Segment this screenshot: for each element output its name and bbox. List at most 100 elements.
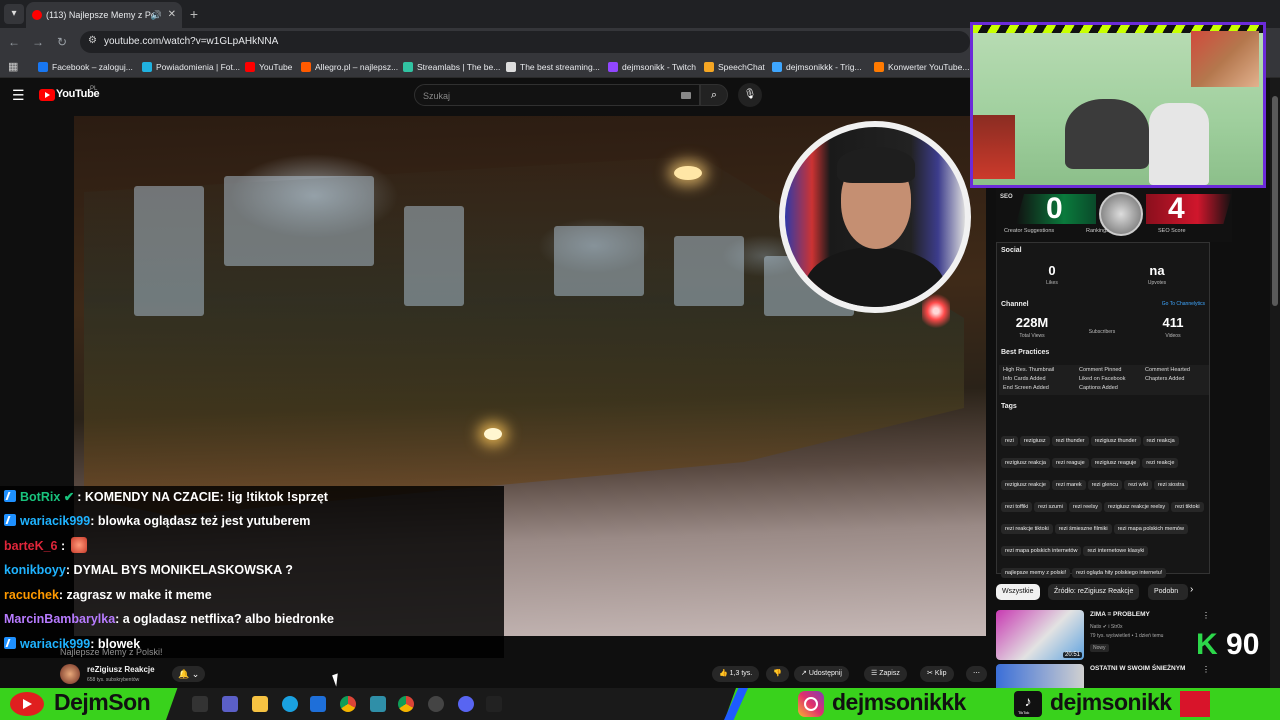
- tag-chip[interactable]: rezi marek: [1051, 480, 1086, 490]
- bookmark-item[interactable]: Facebook – zaloguj...: [38, 56, 133, 78]
- browser-tab[interactable]: (113) Najlepsze Memy z Po 🔊 ✕: [26, 2, 182, 28]
- chip-similar[interactable]: Podobn: [1148, 584, 1188, 600]
- app-icon[interactable]: [486, 696, 502, 712]
- more-actions-icon[interactable]: ⋯: [966, 666, 987, 682]
- recommendation-title[interactable]: OSTATNI W SWOIM ŚNIEŻNYM: [1090, 665, 1185, 672]
- search-input[interactable]: Szukaj: [414, 84, 700, 106]
- tag-chip[interactable]: najlepsze memy z polski!: [1001, 568, 1071, 578]
- save-button[interactable]: ☰ Zapisz: [864, 666, 907, 682]
- hamburger-menu-icon[interactable]: ☰: [12, 87, 25, 104]
- bookmark-favicon-icon: [772, 62, 782, 72]
- recommendation-thumbnail[interactable]: 20:51: [996, 610, 1084, 660]
- bookmark-label: The best streaming...: [520, 62, 600, 72]
- chrome-icon[interactable]: [398, 696, 414, 712]
- bookmark-item[interactable]: dejmsonikkk - Trig...: [772, 56, 862, 78]
- bookmark-label: dejmsonikk - Twitch: [622, 62, 697, 72]
- share-button[interactable]: ↗ Udostępnij: [794, 666, 849, 682]
- store-icon[interactable]: [310, 696, 326, 712]
- voice-search-button[interactable]: 🎙: [738, 83, 762, 107]
- chrome-icon[interactable]: [340, 696, 356, 712]
- youtube-logo-icon[interactable]: [39, 89, 55, 101]
- tag-chip[interactable]: rezi glencu: [1087, 480, 1123, 490]
- url-text[interactable]: youtube.com/watch?v=w1GLpAHkNNA: [104, 31, 278, 53]
- chip-all[interactable]: Wszystkie: [996, 584, 1040, 600]
- chat-message: wariacik999: blowka oglądasz też jest yu…: [4, 510, 310, 532]
- channelytics-link[interactable]: Go To Channelytics: [1162, 301, 1205, 307]
- tab-search-button[interactable]: ▾: [4, 4, 24, 24]
- tags-list: rezi rezigiusz rezi thunder rezigiusz thund…: [1001, 429, 1207, 583]
- tag-chip[interactable]: rezigiusz reakcje reelsy: [1103, 502, 1170, 512]
- app-icon[interactable]: [370, 696, 386, 712]
- discord-icon[interactable]: [458, 696, 474, 712]
- tag-chip[interactable]: rezi mapa polskich memów: [1113, 524, 1188, 534]
- bookmark-item[interactable]: Powiadomienia | Fot...: [142, 56, 240, 78]
- search-button[interactable]: ⌕: [700, 84, 728, 106]
- tag-chip[interactable]: rezigiusz: [1019, 436, 1050, 446]
- tag-chip[interactable]: rezi reaguje: [1051, 458, 1089, 468]
- tag-chip[interactable]: rezigiusz reakcja: [1001, 458, 1050, 468]
- tag-chip[interactable]: rezi siostra: [1153, 480, 1189, 490]
- tag-chip[interactable]: rezi reelsy: [1068, 502, 1102, 512]
- tram-window: [224, 176, 374, 266]
- omnibox[interactable]: ⚙ youtube.com/watch?v=w1GLpAHkNNA: [80, 31, 970, 53]
- tag-chip[interactable]: rezi: [1001, 436, 1018, 446]
- tag-chip[interactable]: rezi toffiki: [1001, 502, 1033, 512]
- like-button[interactable]: 👍 1,3 tys.: [712, 666, 760, 682]
- chevron-right-icon[interactable]: ›: [1190, 584, 1193, 595]
- tag-chip[interactable]: rezi szumi: [1034, 502, 1067, 512]
- tag-chip[interactable]: rezigiusz reakcje: [1001, 480, 1050, 490]
- tag-chip[interactable]: rezi tiktoki: [1171, 502, 1204, 512]
- bookmark-item[interactable]: Konwerter YouTube...: [874, 56, 969, 78]
- save-label: Zapisz: [879, 670, 900, 677]
- bookmark-item[interactable]: YouTube: [245, 56, 292, 78]
- chip-source[interactable]: Źródło: reZigiusz Reakcje: [1048, 584, 1140, 600]
- taskbar-view-icon[interactable]: [192, 696, 208, 712]
- bookmark-item[interactable]: SpeechChat: [704, 56, 765, 78]
- notification-bell-button[interactable]: 🔔 ⌄: [172, 666, 206, 682]
- red-accent: [1180, 691, 1210, 717]
- forward-arrow-icon[interactable]: →: [30, 34, 46, 50]
- new-badge: Nowy: [1090, 644, 1109, 652]
- tag-chip[interactable]: rezi wiki: [1124, 480, 1152, 490]
- channel-avatar[interactable]: [60, 664, 80, 684]
- tag-chip[interactable]: rezi thunder: [1051, 436, 1089, 446]
- recommendation-thumbnail[interactable]: [996, 664, 1084, 688]
- dislike-button[interactable]: 👎: [766, 666, 789, 682]
- tag-chip[interactable]: rezi mapa polskich internetów: [1001, 546, 1082, 556]
- chat-badge-icon: [4, 637, 16, 649]
- tag-chip[interactable]: rezi ogląda hity polskiego internetu!: [1072, 568, 1167, 578]
- edge-icon[interactable]: [282, 696, 298, 712]
- tag-chip[interactable]: rezigiusz reaguje: [1090, 458, 1141, 468]
- more-options-icon[interactable]: ⋮: [1202, 665, 1210, 674]
- recommendation-channel[interactable]: Natix ✔ i Str0x: [1090, 624, 1123, 630]
- file-explorer-icon[interactable]: [252, 696, 268, 712]
- page-scrollbar[interactable]: [1270, 78, 1280, 688]
- tag-chip[interactable]: rezi reakcja: [1142, 436, 1179, 446]
- obs-icon[interactable]: [428, 696, 444, 712]
- keyboard-icon[interactable]: [681, 92, 691, 99]
- tag-chip[interactable]: rezigiusz thunder: [1090, 436, 1141, 446]
- apps-grid-icon[interactable]: ▦: [8, 60, 18, 73]
- reload-icon[interactable]: ↻: [54, 34, 70, 50]
- bookmark-favicon-icon: [874, 62, 884, 72]
- tag-chip[interactable]: rezi internetowe klasyki: [1083, 546, 1149, 556]
- tag-chip[interactable]: rezi reakcje: [1142, 458, 1179, 468]
- bookmark-item[interactable]: The best streaming...: [506, 56, 600, 78]
- bp-item: High Res. Thumbnail: [1003, 367, 1055, 373]
- bookmark-item[interactable]: Allegro.pl – najlepsz...: [301, 56, 398, 78]
- tag-chip[interactable]: rezi reakcje tiktoki: [1001, 524, 1053, 534]
- bookmark-item[interactable]: dejmsonikk - Twitch: [608, 56, 696, 78]
- more-options-icon[interactable]: ⋮: [1202, 611, 1210, 620]
- speaker-icon[interactable]: 🔊: [151, 2, 162, 28]
- new-tab-button[interactable]: +: [186, 6, 202, 22]
- back-arrow-icon[interactable]: ←: [6, 34, 22, 50]
- teams-icon[interactable]: [222, 696, 238, 712]
- channel-name[interactable]: reZigiusz Reakcje: [87, 665, 155, 674]
- clip-button[interactable]: ✂ Klip: [920, 666, 954, 682]
- site-info-icon[interactable]: ⚙: [88, 35, 97, 46]
- tag-chip[interactable]: rezi śmieszne filmiki: [1054, 524, 1112, 534]
- bookmark-item[interactable]: Streamlabs | The be...: [403, 56, 500, 78]
- recommendation-title[interactable]: ZIMA = PROBLEMY: [1090, 611, 1200, 619]
- close-tab-icon[interactable]: ✕: [168, 2, 176, 28]
- scrollbar-thumb[interactable]: [1272, 96, 1278, 306]
